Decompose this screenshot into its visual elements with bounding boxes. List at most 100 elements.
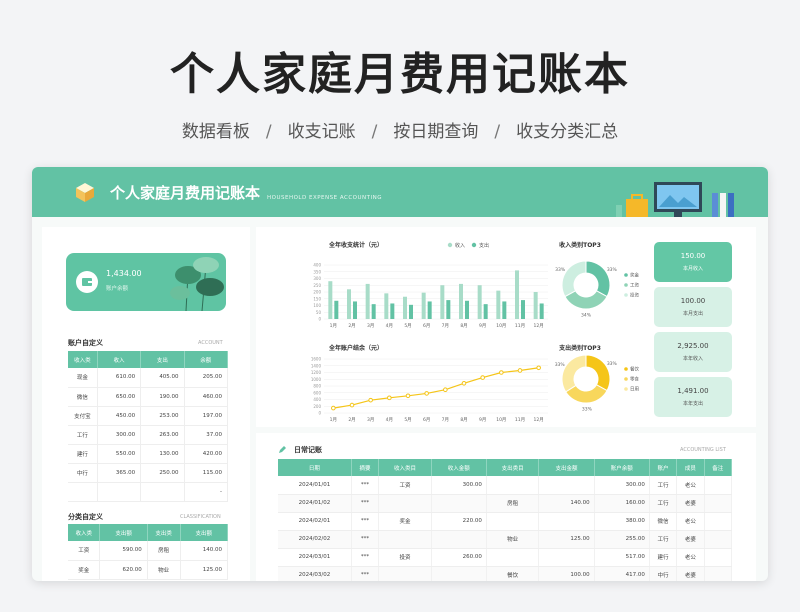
cell[interactable]: 老公 bbox=[676, 476, 705, 495]
balance-point[interactable] bbox=[368, 397, 373, 403]
cell[interactable]: *** bbox=[351, 548, 380, 567]
cell[interactable]: 160.00 bbox=[594, 494, 650, 513]
cell[interactable]: 255.00 bbox=[594, 530, 650, 549]
cell[interactable] bbox=[538, 548, 595, 567]
table-row[interactable]: - bbox=[68, 482, 229, 502]
column-header[interactable]: 收入类目 bbox=[378, 459, 432, 476]
cell[interactable] bbox=[431, 494, 487, 513]
cell[interactable]: 380.00 bbox=[594, 512, 650, 531]
cell[interactable] bbox=[538, 476, 595, 495]
cell[interactable]: 100.00 bbox=[538, 566, 595, 581]
income-bar[interactable] bbox=[421, 292, 426, 319]
expense-bar[interactable] bbox=[427, 301, 432, 319]
cell[interactable]: 老公 bbox=[676, 512, 705, 531]
cell[interactable]: 房租 bbox=[486, 494, 540, 513]
cell[interactable]: 工行 bbox=[649, 530, 678, 549]
cell[interactable]: 工资 bbox=[378, 476, 432, 495]
cell[interactable] bbox=[486, 476, 540, 495]
cell[interactable]: 工行 bbox=[649, 494, 678, 513]
cell[interactable] bbox=[378, 566, 432, 581]
table-row[interactable]: 现金 610.00 405.00 205.00 bbox=[68, 368, 229, 388]
table-row[interactable]: 2024/03/02 *** 餐饮 100.00 417.00 中行 老婆 bbox=[278, 566, 733, 581]
cell[interactable]: 老公 bbox=[676, 548, 705, 567]
column-header[interactable]: 账户 bbox=[649, 459, 678, 476]
expense-bar[interactable] bbox=[409, 304, 413, 319]
expense-bar[interactable] bbox=[334, 300, 339, 319]
cell[interactable]: 物业 bbox=[486, 530, 540, 549]
expense-bar[interactable] bbox=[465, 300, 469, 319]
income-bar[interactable] bbox=[403, 296, 407, 319]
column-header[interactable]: 账户余额 bbox=[594, 459, 650, 476]
column-header[interactable]: 成员 bbox=[676, 459, 705, 476]
balance-point[interactable] bbox=[331, 405, 336, 411]
expense-bar[interactable] bbox=[483, 304, 488, 319]
cell[interactable]: 建行 bbox=[649, 548, 678, 567]
balance-point[interactable] bbox=[424, 391, 429, 396]
cell[interactable]: 517.00 bbox=[594, 548, 650, 567]
cell[interactable]: 300.00 bbox=[594, 476, 650, 495]
table-row[interactable]: 建行 550.00 130.00 420.00 bbox=[68, 444, 229, 464]
table-row[interactable]: 2024/02/01 *** 奖金 220.00 380.00 微信 老公 bbox=[278, 512, 733, 531]
column-header[interactable]: 支出类目 bbox=[486, 459, 540, 476]
table-row[interactable]: 支付宝 450.00 253.00 197.00 bbox=[68, 406, 229, 426]
cell[interactable] bbox=[538, 512, 595, 531]
cell[interactable]: *** bbox=[351, 530, 380, 549]
table-row[interactable]: 2024/01/02 *** 房租 140.00 160.00 工行 老婆 bbox=[278, 494, 733, 513]
cell[interactable] bbox=[431, 530, 487, 549]
expense-bar[interactable] bbox=[539, 303, 544, 319]
cell[interactable] bbox=[378, 494, 432, 513]
cell[interactable]: 2024/02/02 bbox=[278, 530, 352, 549]
cell[interactable] bbox=[704, 566, 733, 581]
cell[interactable]: *** bbox=[351, 476, 380, 495]
column-header[interactable]: 日期 bbox=[278, 459, 352, 476]
stat-year-expense[interactable]: 1,491.00 本年支出 bbox=[654, 377, 732, 417]
income-bar[interactable] bbox=[515, 270, 519, 319]
income-bar[interactable] bbox=[328, 281, 333, 319]
cell[interactable]: 260.00 bbox=[431, 548, 487, 567]
stat-month-income[interactable]: 150.00 本月收入 bbox=[654, 242, 732, 282]
column-header[interactable]: 收入金额 bbox=[431, 459, 487, 476]
cell[interactable]: 417.00 bbox=[594, 566, 650, 581]
table-row[interactable]: 中行 365.00 250.00 115.00 bbox=[68, 463, 229, 483]
balance-point[interactable] bbox=[405, 393, 411, 399]
pie-slice[interactable] bbox=[561, 354, 587, 393]
table-row[interactable]: 工行 300.00 263.00 37.00 bbox=[68, 425, 229, 445]
table-row[interactable]: 2024/03/01 *** 投资 260.00 517.00 建行 老公 bbox=[278, 548, 733, 567]
cell[interactable]: 餐饮 bbox=[486, 566, 540, 581]
table-row[interactable]: 奖金 620.00 物业 125.00 bbox=[68, 560, 229, 580]
balance-point[interactable] bbox=[499, 370, 504, 375]
expense-bar[interactable] bbox=[446, 300, 451, 319]
cell[interactable]: 2024/03/02 bbox=[278, 566, 352, 581]
table-row[interactable]: 工资 590.00 房租 140.00 bbox=[68, 541, 229, 561]
balance-point[interactable] bbox=[536, 365, 541, 371]
cell[interactable]: 老婆 bbox=[676, 566, 705, 581]
stat-year-income[interactable]: 2,925.00 本年收入 bbox=[654, 332, 732, 372]
balance-point[interactable] bbox=[387, 395, 392, 401]
balance-point[interactable] bbox=[517, 368, 523, 373]
stat-month-expense[interactable]: 100.00 本月支出 bbox=[654, 287, 732, 327]
cell[interactable]: 微信 bbox=[649, 512, 678, 531]
cell[interactable]: 220.00 bbox=[431, 512, 487, 531]
expense-bar[interactable] bbox=[371, 304, 376, 319]
pie-slice[interactable] bbox=[561, 260, 587, 298]
cell[interactable]: 2024/01/01 bbox=[278, 476, 352, 495]
cell[interactable] bbox=[704, 548, 733, 567]
income-bar[interactable] bbox=[459, 283, 463, 319]
income-bar[interactable] bbox=[533, 292, 538, 319]
table-row[interactable]: 2024/02/02 *** 物业 125.00 255.00 工行 老婆 bbox=[278, 530, 733, 549]
income-bar[interactable] bbox=[496, 290, 501, 319]
expense-bar[interactable] bbox=[502, 301, 507, 319]
income-bar[interactable] bbox=[440, 285, 445, 319]
cell[interactable]: 中行 bbox=[649, 566, 678, 581]
cell[interactable] bbox=[704, 512, 733, 531]
cell[interactable]: 300.00 bbox=[431, 476, 487, 495]
column-header[interactable]: 备注 bbox=[704, 459, 733, 476]
cell[interactable]: 投资 bbox=[378, 548, 432, 567]
income-bar[interactable] bbox=[384, 293, 389, 319]
balance-point[interactable] bbox=[443, 387, 448, 393]
column-header[interactable]: 摘要 bbox=[351, 459, 380, 476]
cell[interactable]: 老婆 bbox=[676, 494, 705, 513]
cell[interactable] bbox=[431, 566, 487, 581]
table-row[interactable]: 2024/01/01 *** 工资 300.00 300.00 工行 老公 bbox=[278, 476, 733, 495]
table-row[interactable]: 微信 650.00 190.00 460.00 bbox=[68, 387, 229, 407]
